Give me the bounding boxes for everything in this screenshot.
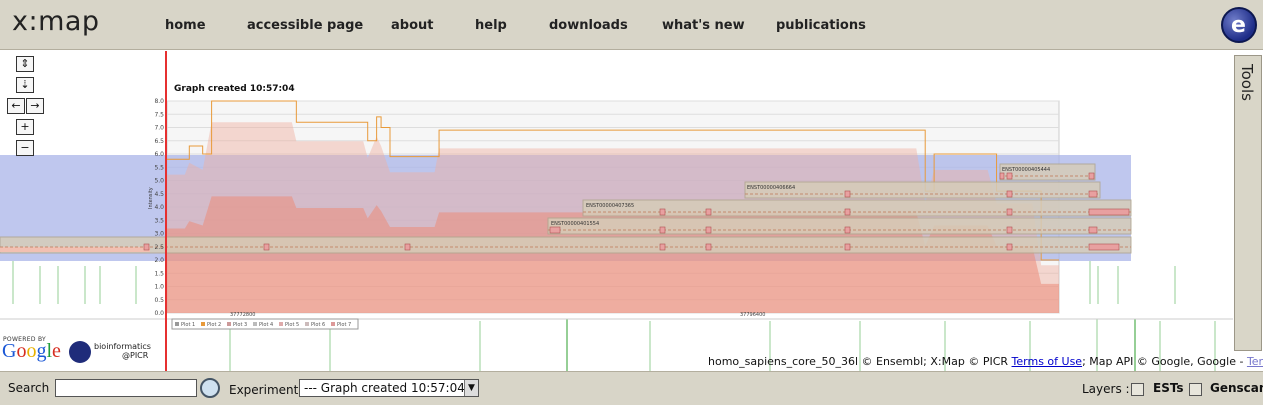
- legend-item: Plot 3: [233, 322, 247, 328]
- zoom-in-button[interactable]: +: [16, 119, 34, 135]
- xmap-logo[interactable]: x:map: [12, 6, 100, 37]
- y-tick-label: 6.0: [154, 151, 164, 158]
- y-tick-label: 1.0: [154, 284, 164, 291]
- legend-item: Plot 4: [259, 322, 273, 328]
- transcript-track-4: [744, 181, 1101, 199]
- x-tick-label: 37796400: [740, 312, 765, 318]
- tools-panel-toggle[interactable]: Tools: [1234, 55, 1262, 351]
- ests-layer-checkbox[interactable]: [1131, 383, 1144, 396]
- legend-item: Plot 7: [337, 322, 351, 328]
- y-tick-label: 1.5: [154, 270, 164, 277]
- experiment-select[interactable]: --- Graph created 10:57:04 ▼: [299, 379, 479, 397]
- legend-swatch: [331, 322, 335, 326]
- nav-downloads[interactable]: downloads: [549, 18, 628, 33]
- legend-item: Plot 2: [207, 322, 221, 328]
- terms-of-use-link[interactable]: Terms of Use: [1012, 355, 1083, 368]
- ebi-logo[interactable]: e: [1221, 7, 1257, 43]
- nav-publications[interactable]: publications: [776, 18, 866, 33]
- y-tick-label: 8.0: [154, 98, 164, 105]
- map-attribution: homo_sapiens_core_50_36l © Ensembl; X:Ma…: [708, 355, 1263, 368]
- collapse-button[interactable]: ⇣: [16, 77, 34, 93]
- transcript-label-3: ENST00000407365: [586, 203, 634, 209]
- transcript-track-1: [0, 236, 1132, 254]
- pan-left-button[interactable]: ←: [7, 98, 25, 114]
- zoom-out-button[interactable]: −: [16, 140, 34, 156]
- transcript-label-2: ENST00000406664: [747, 185, 795, 191]
- nav-about[interactable]: about: [391, 18, 433, 33]
- legend-swatch: [253, 322, 257, 326]
- y-tick-label: 3.5: [154, 217, 164, 224]
- search-input[interactable]: [55, 379, 197, 397]
- transcript-label-4: ENST00000401554: [551, 221, 599, 227]
- transcript-label-1: ENST00000405444: [1002, 167, 1050, 173]
- y-tick-label: 4.5: [154, 191, 164, 198]
- bioinformatics-logo-icon: [69, 341, 91, 363]
- genscan-layer-label: Genscan: [1210, 381, 1263, 395]
- nav-help[interactable]: help: [475, 18, 507, 33]
- nav-accessible-page[interactable]: accessible page: [247, 18, 363, 33]
- pan-vertical-button[interactable]: ⇕: [16, 56, 34, 72]
- y-tick-label: 7.0: [154, 125, 164, 132]
- nav-whats-new[interactable]: what's new: [662, 18, 745, 33]
- y-tick-label: 2.5: [154, 244, 164, 251]
- top-nav-bar: x:map home accessible page about help do…: [0, 0, 1263, 50]
- y-tick-label: 0.0: [154, 310, 164, 317]
- genscan-layer-checkbox[interactable]: [1189, 383, 1202, 396]
- layers-label: Layers :: [1082, 382, 1130, 396]
- bottom-toolbar: Search Experiment: --- Graph created 10:…: [0, 371, 1263, 405]
- legend-item: Plot 6: [311, 322, 325, 328]
- bioinformatics-logo-text: bioinformatics @PICR: [94, 342, 151, 360]
- legend-item: Plot 5: [285, 322, 299, 328]
- google-terms-link[interactable]: Terms of Use: [1247, 355, 1263, 368]
- experiment-label: Experiment:: [229, 383, 303, 397]
- y-tick-label: 5.0: [154, 178, 164, 185]
- graph-title: Graph created 10:57:04: [174, 84, 295, 94]
- y-tick-label: 7.5: [154, 111, 164, 118]
- nav-home[interactable]: home: [165, 18, 206, 33]
- legend-swatch: [175, 322, 179, 326]
- transcript-track-2: [547, 217, 1132, 235]
- map-area[interactable]: ENST00000405444 ENST00000406664 ENST0000…: [0, 51, 1233, 371]
- search-icon[interactable]: [200, 378, 220, 398]
- tools-label: Tools: [1238, 64, 1256, 101]
- y-tick-label: 6.5: [154, 138, 164, 145]
- legend-swatch: [201, 322, 205, 326]
- ests-layer-label: ESTs: [1153, 381, 1184, 395]
- y-tick-label: 4.0: [154, 204, 164, 211]
- graph-legend: Plot 1 Plot 2 Plot 3 Plot 4 Plot 5 Plot 6 Plot…: [171, 318, 359, 330]
- legend-item: Plot 1: [181, 322, 195, 328]
- chevron-down-icon[interactable]: ▼: [464, 380, 478, 396]
- y-tick-label: 2.0: [154, 257, 164, 264]
- x-tick-label: 37772800: [230, 312, 255, 318]
- legend-swatch: [227, 322, 231, 326]
- map-graph-svg: ENST00000405444 ENST00000406664 ENST0000…: [0, 51, 1233, 371]
- legend-swatch: [305, 322, 309, 326]
- legend-swatch: [279, 322, 283, 326]
- search-label: Search: [8, 381, 50, 395]
- y-tick-label: 5.5: [154, 164, 164, 171]
- y-tick-label: 3.0: [154, 231, 164, 238]
- pan-right-button[interactable]: →: [26, 98, 44, 114]
- y-axis-label: Intensity: [148, 187, 154, 209]
- y-tick-label: 0.5: [154, 297, 164, 304]
- google-logo[interactable]: Google: [2, 340, 61, 363]
